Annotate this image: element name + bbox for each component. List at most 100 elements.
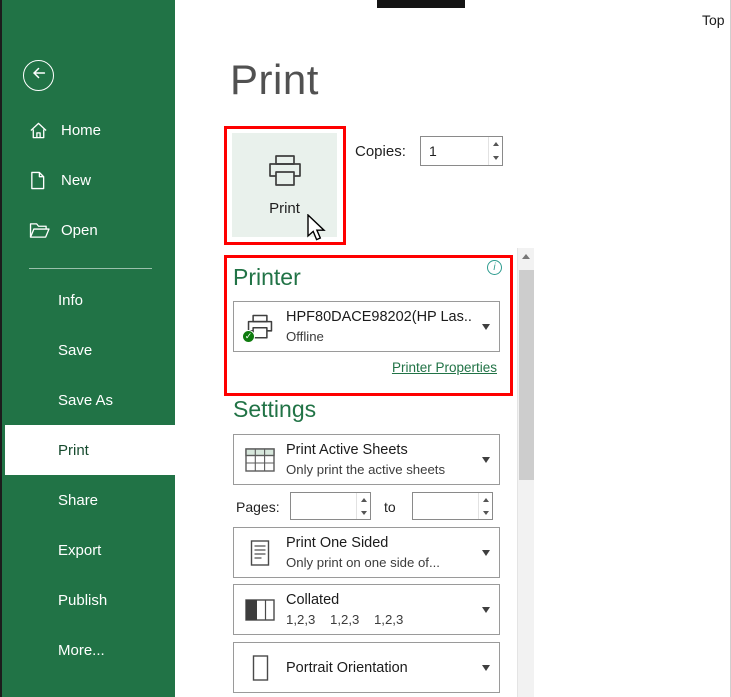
spinner-down-icon <box>492 156 499 160</box>
sidebar-item-share[interactable]: Share <box>0 475 175 525</box>
settings-scrollbar[interactable] <box>517 248 534 697</box>
collation-dropdown[interactable]: Collated 1,2,3 1,2,3 1,2,3 <box>233 584 500 635</box>
chevron-down-icon <box>482 606 490 613</box>
back-arrow-icon <box>30 64 48 87</box>
sidebar-item-label: Share <box>58 491 99 509</box>
print-what-subtitle: Only print the active sheets <box>286 462 446 477</box>
scrollbar-up-button[interactable] <box>518 248 534 265</box>
duplex-title: Print One Sided <box>286 535 389 551</box>
duplex-subtitle: Only print on one side of... <box>286 555 440 570</box>
new-file-icon <box>29 171 51 190</box>
pages-from-field[interactable] <box>290 492 371 520</box>
sidebar-item-label: New <box>61 171 92 189</box>
print-what-dropdown[interactable]: Print Active Sheets Only print the activ… <box>233 434 500 485</box>
chevron-down-icon <box>482 664 490 671</box>
scrollbar-thumb[interactable] <box>519 270 534 480</box>
print-button[interactable]: Print <box>232 133 337 237</box>
print-button-label: Print <box>269 199 300 217</box>
sidebar-item-more[interactable]: More... <box>0 625 175 675</box>
pages-to-spinner <box>478 493 492 519</box>
portrait-page-icon <box>234 654 286 681</box>
collation-text: Collated 1,2,3 1,2,3 1,2,3 <box>286 592 473 627</box>
orientation-title: Portrait Orientation <box>286 659 408 676</box>
sidebar-item-print[interactable]: Print <box>5 425 175 475</box>
print-what-text: Print Active Sheets Only print the activ… <box>286 442 473 477</box>
printer-dropdown-text: HPF80DACE98202(HP Las... Offline <box>286 309 473 344</box>
printer-dropdown[interactable]: ✓ HPF80DACE98202(HP Las... Offline <box>233 301 500 352</box>
info-icon[interactable]: i <box>487 260 502 275</box>
printer-properties-link[interactable]: Printer Properties <box>233 360 497 375</box>
page-title: Print <box>230 56 319 103</box>
pages-to-label: to <box>384 499 396 515</box>
copies-field[interactable] <box>420 136 503 166</box>
collation-title: Collated <box>286 592 340 608</box>
spinner-up-icon <box>482 497 489 502</box>
pages-from-input[interactable] <box>291 493 355 519</box>
sidebar-item-label: Print <box>58 441 89 459</box>
backstage-sidebar: Home New Open Info Save Save As Print Sh… <box>0 0 175 697</box>
spinner-up-icon <box>492 142 499 146</box>
home-icon <box>29 121 51 140</box>
settings-section-heading: Settings <box>233 396 317 422</box>
spinner-down-button[interactable] <box>479 506 492 519</box>
spinner-down-button[interactable] <box>489 151 502 165</box>
spinner-down-icon <box>482 510 489 515</box>
print-what-title: Print Active Sheets <box>286 442 408 458</box>
dropdown-caret-area <box>473 456 499 463</box>
spinner-down-button[interactable] <box>357 506 370 519</box>
spinner-up-icon <box>360 497 367 502</box>
spinner-up-button[interactable] <box>357 493 370 506</box>
spinner-down-icon <box>360 510 367 515</box>
pages-label: Pages: <box>236 499 280 515</box>
sheets-grid-icon <box>234 447 286 472</box>
chevron-down-icon <box>482 456 490 463</box>
duplex-dropdown[interactable]: Print One Sided Only print on one side o… <box>233 527 500 578</box>
copies-input[interactable] <box>421 137 487 165</box>
back-button[interactable] <box>23 60 54 91</box>
copies-spinner <box>488 137 502 165</box>
sidebar-divider <box>29 268 152 269</box>
dropdown-caret-area <box>473 664 499 671</box>
sidebar-item-label: Export <box>58 541 102 559</box>
pages-to-field[interactable] <box>412 492 493 520</box>
sidebar-item-label: Publish <box>58 591 108 609</box>
sidebar-item-label: Open <box>61 221 98 239</box>
pages-from-spinner <box>356 493 370 519</box>
chevron-down-icon <box>482 323 490 330</box>
copies-label: Copies: <box>355 143 406 160</box>
window-left-edge <box>0 0 2 697</box>
sidebar-item-label: Save As <box>58 391 114 409</box>
dropdown-caret-area <box>473 549 499 556</box>
pages-to-input[interactable] <box>413 493 477 519</box>
sidebar-nav-bottom: Info Save Save As Print Share Export Pub… <box>0 275 175 675</box>
sidebar-item-label: Home <box>61 121 102 139</box>
sidebar-item-home[interactable]: Home <box>0 105 175 155</box>
scroll-up-icon <box>522 254 530 259</box>
sidebar-item-info[interactable]: Info <box>0 275 175 325</box>
orientation-dropdown[interactable]: Portrait Orientation <box>233 642 500 693</box>
dropdown-caret-area <box>473 323 499 330</box>
printer-online-check-icon: ✓ <box>242 329 255 343</box>
top-cropped-text: Top <box>702 12 725 28</box>
sidebar-item-open[interactable]: Open <box>0 205 175 255</box>
printer-name: HPF80DACE98202(HP Las... <box>286 309 473 325</box>
spinner-up-button[interactable] <box>489 137 502 151</box>
sidebar-item-label: Info <box>58 291 84 309</box>
chevron-down-icon <box>482 549 490 556</box>
sidebar-nav-top: Home New Open <box>0 105 175 255</box>
printer-section-heading: Printer <box>233 264 301 290</box>
sidebar-item-save[interactable]: Save <box>0 325 175 375</box>
printer-icon <box>266 154 304 193</box>
open-folder-icon <box>29 222 51 239</box>
sidebar-item-export[interactable]: Export <box>0 525 175 575</box>
orientation-text: Portrait Orientation <box>286 660 473 676</box>
sidebar-item-save-as[interactable]: Save As <box>0 375 175 425</box>
collation-subtitle: 1,2,3 1,2,3 1,2,3 <box>286 612 404 627</box>
spinner-up-button[interactable] <box>479 493 492 506</box>
sidebar-item-label: More... <box>58 641 105 659</box>
sidebar-item-new[interactable]: New <box>0 155 175 205</box>
sidebar-item-publish[interactable]: Publish <box>0 575 175 625</box>
duplex-text: Print One Sided Only print on one side o… <box>286 535 473 570</box>
one-sided-page-icon <box>234 539 286 566</box>
printer-device-icon: ✓ <box>234 314 286 343</box>
